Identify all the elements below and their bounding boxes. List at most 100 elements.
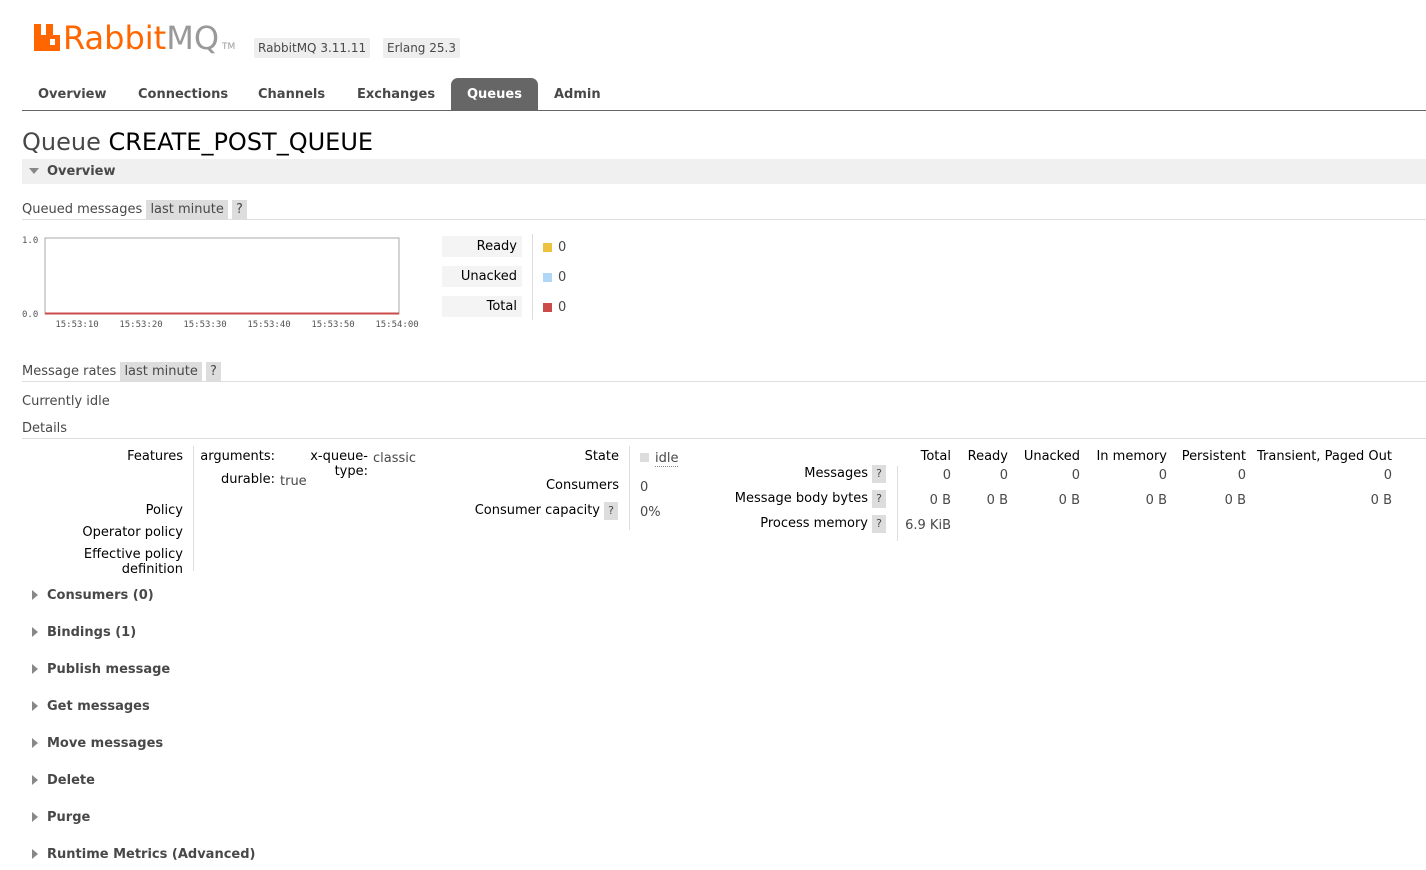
col-in-memory: In memory xyxy=(1096,449,1167,464)
overview-section-title[interactable]: Overview xyxy=(47,164,116,179)
consumers-label: Consumers xyxy=(545,478,619,493)
section-purge[interactable]: Purge xyxy=(47,810,90,825)
x-tick-label: 15:53:10 xyxy=(55,320,98,330)
consumer-capacity-value: 0% xyxy=(640,505,661,520)
legend-swatch-total xyxy=(543,303,552,312)
divider xyxy=(22,438,1426,439)
main-nav: Overview Connections Channels Exchanges … xyxy=(22,78,1426,111)
col-persistent: Persistent xyxy=(1181,449,1246,464)
consumer-capacity-label: Consumer capacity xyxy=(474,503,600,518)
bytes-persistent: 0 B xyxy=(1224,493,1246,508)
page-title-prefix: Queue xyxy=(22,128,101,156)
state-label: State xyxy=(584,449,619,464)
x-tick-label: 15:53:50 xyxy=(311,320,354,330)
queued-range-selector[interactable]: last minute xyxy=(146,200,228,219)
expand-arrow-icon xyxy=(32,738,38,748)
legend-value-total: 0 xyxy=(558,300,567,315)
page-title: Queue CREATE_POST_QUEUE xyxy=(22,128,373,156)
x-tick-label: 15:53:30 xyxy=(183,320,226,330)
legend-label-total: Total xyxy=(442,296,522,317)
rabbitmq-logo-icon xyxy=(34,24,60,51)
rates-range-selector[interactable]: last minute xyxy=(120,362,202,381)
expand-arrow-icon xyxy=(32,812,38,822)
bytes-ready: 0 B xyxy=(986,493,1008,508)
body-bytes-help-button[interactable]: ? xyxy=(872,490,886,508)
tab-connections[interactable]: Connections xyxy=(122,78,244,110)
col-transient-paged-out: Transient, Paged Out xyxy=(1257,449,1392,464)
tab-admin[interactable]: Admin xyxy=(538,78,617,110)
tab-queues[interactable]: Queues xyxy=(451,78,538,110)
queued-messages-chart: 1.0 0.0 15:53:10 15:53:20 15:53:30 15:53:40 15… xyxy=(22,236,419,330)
section-bindings[interactable]: Bindings (1) xyxy=(47,625,136,640)
bytes-total: 0 B xyxy=(929,493,951,508)
messages-help-button[interactable]: ? xyxy=(872,465,886,483)
messages-in-memory: 0 xyxy=(1158,468,1167,483)
bytes-transient: 0 B xyxy=(1370,493,1392,508)
message-rates-heading: Message rates last minute ? xyxy=(22,362,221,381)
x-tick-label: 15:53:40 xyxy=(247,320,290,330)
queued-help-button[interactable]: ? xyxy=(232,200,247,219)
y-tick-label: 0.0 xyxy=(22,310,38,320)
messages-persistent: 0 xyxy=(1237,468,1246,483)
tab-overview[interactable]: Overview xyxy=(22,78,123,110)
bytes-unacked: 0 B xyxy=(1058,493,1080,508)
durable-key: durable: xyxy=(220,472,275,487)
section-move-messages[interactable]: Move messages xyxy=(47,736,163,751)
tab-channels[interactable]: Channels xyxy=(242,78,341,110)
legend-swatch-unacked xyxy=(543,273,552,282)
legend-value-unacked: 0 xyxy=(558,270,567,285)
tab-exchanges[interactable]: Exchanges xyxy=(341,78,451,110)
brand-rabbit-text: Rabbit xyxy=(63,19,167,57)
erlang-badge: Erlang 25.3 xyxy=(383,38,460,58)
section-runtime-metrics[interactable]: Runtime Metrics (Advanced) xyxy=(47,847,255,862)
details-divider xyxy=(193,446,194,571)
legend-label-ready: Ready xyxy=(442,236,522,257)
expand-arrow-icon xyxy=(32,590,38,600)
message-rates-label: Message rates xyxy=(22,364,117,379)
consumer-capacity-help-button[interactable]: ? xyxy=(604,502,618,520)
features-label: Features xyxy=(127,449,183,464)
col-unacked: Unacked xyxy=(1023,449,1080,464)
consumers-value: 0 xyxy=(640,480,649,495)
y-tick-label: 1.0 xyxy=(22,236,38,246)
section-delete[interactable]: Delete xyxy=(47,773,95,788)
section-get-messages[interactable]: Get messages xyxy=(47,699,150,714)
legend-swatch-ready xyxy=(543,243,552,252)
expand-arrow-icon xyxy=(32,664,38,674)
brand-tm-text: TM xyxy=(222,42,236,52)
currently-idle-text: Currently idle xyxy=(22,394,110,409)
overview-section-header[interactable] xyxy=(22,159,1426,184)
legend-divider xyxy=(532,234,533,320)
collapse-arrow-icon xyxy=(29,168,39,174)
bytes-in-memory: 0 B xyxy=(1145,493,1167,508)
body-bytes-row-label: Message body bytes xyxy=(734,491,868,506)
expand-arrow-icon xyxy=(32,701,38,711)
legend-value-ready: 0 xyxy=(558,240,567,255)
section-publish-message[interactable]: Publish message xyxy=(47,662,170,677)
messages-unacked: 0 xyxy=(1071,468,1080,483)
process-memory-help-button[interactable]: ? xyxy=(872,515,886,533)
rates-help-button[interactable]: ? xyxy=(206,362,221,381)
divider xyxy=(22,219,1426,220)
process-memory-row-label: Process memory xyxy=(760,516,868,531)
section-consumers[interactable]: Consumers (0) xyxy=(47,588,154,603)
queued-messages-heading: Queued messages last minute ? xyxy=(22,200,247,219)
version-badge: RabbitMQ 3.11.11 xyxy=(254,38,371,58)
expand-arrow-icon xyxy=(32,775,38,785)
expand-arrow-icon xyxy=(32,627,38,637)
details-divider xyxy=(629,446,630,530)
rabbitmq-logo[interactable]: Rabbit MQ TM xyxy=(34,20,235,56)
x-tick-label: 15:54:00 xyxy=(375,320,418,330)
messages-transient: 0 xyxy=(1383,468,1392,483)
divider xyxy=(22,381,1426,382)
col-total: Total xyxy=(920,449,951,464)
arguments-key: arguments: xyxy=(200,449,275,464)
effective-policy-label: Effective policy definition xyxy=(83,547,183,577)
x-tick-label: 15:53:20 xyxy=(119,320,162,330)
durable-value: true xyxy=(280,474,307,489)
col-ready: Ready xyxy=(967,449,1008,464)
messages-row-label: Messages xyxy=(804,466,868,481)
legend-label-unacked: Unacked xyxy=(442,266,522,287)
messages-ready: 0 xyxy=(999,468,1008,483)
queue-name: CREATE_POST_QUEUE xyxy=(108,128,374,156)
